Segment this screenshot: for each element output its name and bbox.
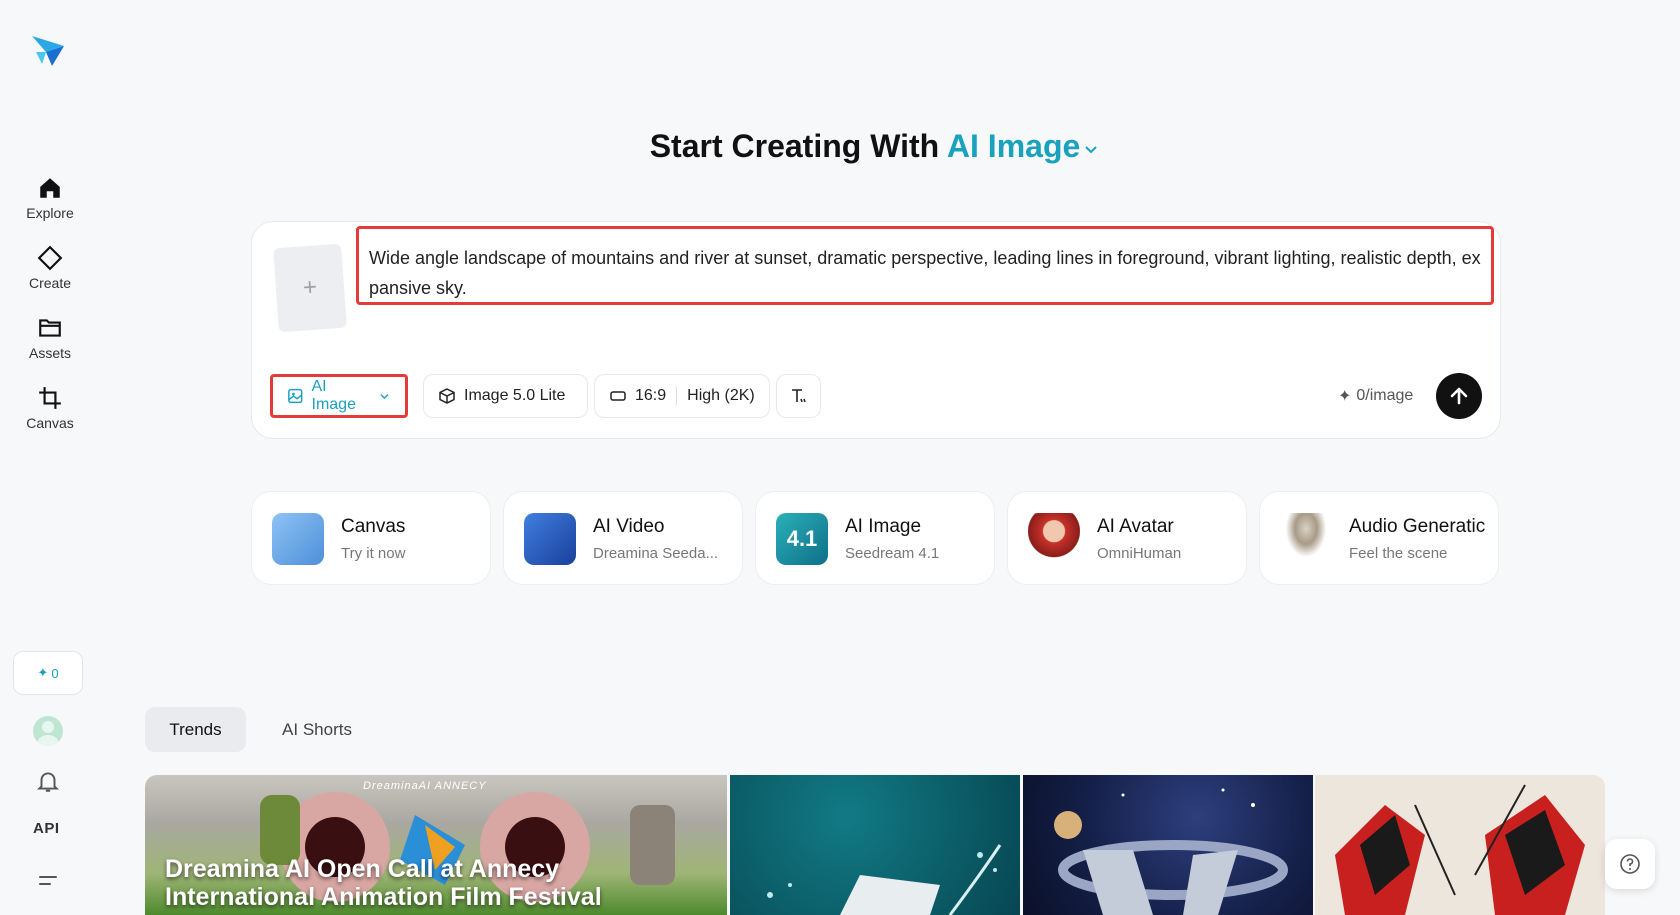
feature-card-ai-image[interactable]: 4.1 AI Image Seedream 4.1 (755, 491, 995, 585)
page-title: Start Creating With AI Image (0, 128, 1680, 165)
api-link[interactable]: API (33, 820, 60, 837)
avatar[interactable] (33, 716, 63, 746)
credits-button[interactable]: ✦ 0 (13, 651, 83, 695)
feature-title: AI Image (845, 516, 922, 537)
folder-icon (39, 319, 61, 337)
gallery-tile-space[interactable] (1023, 775, 1313, 915)
brand-label: DreaminaAI ANNECY (363, 780, 487, 792)
canvas-thumbnail-icon (272, 513, 324, 565)
nav-create[interactable]: Create (10, 245, 90, 305)
divider (676, 387, 678, 405)
badge-text: 4.1 (786, 526, 818, 551)
nav-explore-label: Explore (26, 205, 74, 221)
model-selector[interactable]: Image 5.0 Lite (423, 374, 588, 418)
water-artwork (767, 844, 1002, 915)
mode-dropdown[interactable]: AI Image (270, 374, 408, 418)
nav-create-label: Create (28, 275, 72, 291)
generate-button[interactable] (1436, 373, 1482, 419)
featured-title-line1: Dreamina AI Open Call at Annecy (165, 855, 560, 883)
model-label: Image 5.0 Lite (464, 387, 566, 404)
nav-explore[interactable]: Explore (10, 175, 90, 235)
feature-title: AI Avatar (1097, 516, 1174, 537)
feature-card-audio-generation[interactable]: Audio Generatic Feel the scene (1259, 491, 1499, 585)
sparkle-icon: ✦ (1338, 388, 1352, 405)
title-prefix: Start Creating With (649, 128, 940, 164)
title-accent: AI Image (946, 128, 1081, 164)
bell-icon[interactable] (35, 768, 61, 794)
feature-card-ai-video[interactable]: AI Video Dreamina Seeda... (503, 491, 743, 585)
plus-icon: + (302, 273, 318, 302)
feature-title: Canvas (341, 516, 406, 537)
feature-title: AI Video (593, 516, 665, 537)
chevron-down-icon (1085, 145, 1097, 153)
gallery-tile-featured[interactable]: DreaminaAI ANNECY Dreamina AI Open Call … (145, 775, 727, 915)
credits-count: 0 (51, 665, 59, 681)
cost-label: 0/image (1356, 387, 1414, 404)
home-icon (40, 178, 60, 198)
diamond-icon (37, 245, 63, 271)
quality-label: High (2K) (687, 387, 755, 404)
text-format-icon (791, 389, 806, 403)
sparkle-icon: ✦ (37, 665, 49, 680)
feature-card-canvas[interactable]: Canvas Try it now (251, 491, 491, 585)
space-artwork (1054, 788, 1288, 915)
cost-indicator: ✦ 0/image (1338, 386, 1413, 406)
feature-subtitle: OmniHuman (1097, 545, 1182, 562)
menu-icon[interactable] (37, 871, 59, 891)
feature-title: Audio Generatic (1349, 516, 1486, 537)
text-format-button[interactable] (776, 374, 821, 418)
aspect-ratio-icon (610, 391, 626, 401)
gallery-tile-abstract[interactable] (1315, 775, 1605, 915)
dreamina-logo-icon[interactable] (30, 32, 66, 68)
help-button[interactable] (1605, 839, 1655, 889)
question-icon (1620, 854, 1640, 874)
microphone-icon (1280, 513, 1332, 565)
nav-assets[interactable]: Assets (10, 315, 90, 375)
feature-subtitle: Seedream 4.1 (845, 545, 940, 562)
ai-avatar-thumbnail-icon (1028, 513, 1080, 565)
feature-subtitle: Try it now (341, 545, 406, 562)
title-mode-dropdown[interactable]: AI Image (947, 128, 1100, 164)
arrow-up-icon (1450, 387, 1468, 405)
abstract-artwork (1335, 784, 1585, 915)
gallery-tile-water[interactable] (730, 775, 1020, 915)
cube-icon (439, 388, 455, 404)
crop-icon (39, 387, 61, 409)
feature-card-ai-avatar[interactable]: AI Avatar OmniHuman (1007, 491, 1247, 585)
upload-reference-button[interactable]: + (273, 243, 347, 333)
featured-title-line2: International Animation Film Festival (165, 883, 602, 911)
ratio-label: 16:9 (635, 387, 667, 404)
nav-assets-label: Assets (28, 345, 71, 361)
feature-subtitle: Dreamina Seeda... (593, 545, 719, 562)
nav-canvas-label: Canvas (26, 415, 74, 431)
image-mode-icon (288, 388, 303, 404)
nav-canvas[interactable]: Canvas (10, 385, 90, 445)
prompt-input[interactable]: Wide angle landscape of mountains and ri… (356, 226, 1494, 305)
mode-label: AI Image (311, 378, 356, 413)
tab-trends[interactable]: Trends (145, 707, 246, 752)
feature-subtitle: Feel the scene (1349, 545, 1448, 562)
chevron-down-icon (380, 394, 389, 400)
ai-image-thumbnail-icon: 4.1 (776, 513, 828, 565)
featured-title: Dreamina AI Open Call at Annecy Internat… (165, 855, 602, 911)
ai-video-thumbnail-icon (524, 513, 576, 565)
tab-ai-shorts[interactable]: AI Shorts (262, 707, 372, 752)
ratio-quality-selector[interactable]: 16:9 High (2K) (594, 374, 770, 418)
